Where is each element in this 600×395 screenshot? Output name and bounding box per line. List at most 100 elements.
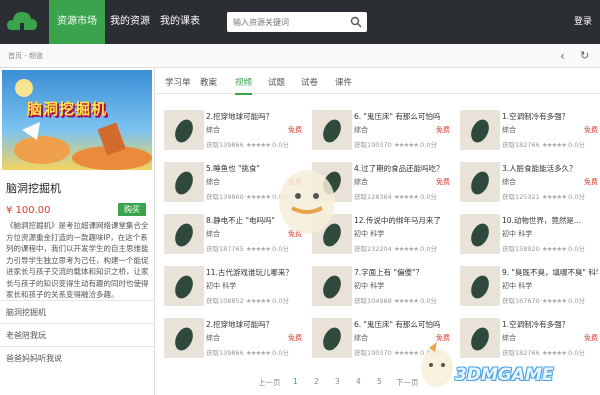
rating-score: 0.0分 (420, 245, 437, 253)
view-count: 获取187765 (206, 245, 244, 253)
video-title[interactable]: 9. "臭既不臭，填哪不臭" 科学吗？ (502, 267, 598, 278)
video-title[interactable]: 4.过了期的食品还能吗吃？ (354, 163, 450, 174)
video-title[interactable]: 6. "鬼压床" 有那么可怕吗 (354, 111, 450, 122)
free-badge: 免费 (288, 334, 302, 342)
video-card[interactable]: 2.挖穿地球可能吗？ 综合 免费 获取139866 ★★★★★ 0.0分 (164, 110, 304, 152)
video-title[interactable]: 11.古代游戏谁玩儿哪来？ (206, 267, 302, 278)
tab-worksheet[interactable]: 学习单 (165, 76, 191, 88)
video-category: 综合 (502, 334, 516, 342)
leaf-graphic (467, 168, 493, 198)
series-item-2[interactable]: 老爸陪我玩 (0, 323, 154, 346)
free-badge: 免费 (584, 126, 598, 134)
nav-my-schedule[interactable]: 我的课表 (160, 0, 200, 44)
tab-video[interactable]: 视频 (235, 76, 253, 95)
video-title[interactable]: 12.传说中的绑年马月来了 (354, 215, 450, 226)
tab-courseware[interactable]: 课件 (335, 76, 352, 88)
prev-page-button[interactable]: 上一页 (258, 377, 281, 388)
video-thumbnail[interactable] (460, 214, 500, 254)
page-3[interactable]: 3 (335, 377, 340, 386)
video-thumbnail[interactable] (312, 110, 352, 150)
page-4[interactable]: 4 (356, 377, 361, 386)
star-rating-icon: ★★★★★ (393, 141, 419, 149)
rating-score: 0.0分 (420, 297, 437, 305)
page-2[interactable]: 2 (314, 377, 319, 386)
star-rating-icon: ★★★★★ (541, 193, 567, 201)
video-stats: 获取182766 ★★★★★ 0.0分 (502, 347, 585, 357)
page-1[interactable]: 1 (293, 377, 298, 386)
leaf-graphic (171, 116, 197, 146)
video-title[interactable]: 1.空调制冷有多强？ (502, 111, 598, 122)
course-description: 《脑洞挖掘机》是考拉超课网络课堂集合全方位资源重金打造的一款趣味IP，在这个系列… (6, 221, 149, 299)
view-count: 获取190370 (354, 349, 392, 357)
video-card[interactable]: 7.字面上有 "偏傻"？ 初中 科学 获取104968 ★★★★★ 0.0分 (312, 266, 452, 308)
tab-questions[interactable]: 试题 (268, 76, 285, 88)
video-title[interactable]: 2.挖穿地球可能吗？ (206, 319, 302, 330)
video-thumbnail[interactable] (312, 318, 352, 358)
view-count: 获取139866 (206, 141, 244, 149)
view-count: 获取167670 (502, 297, 540, 305)
rating-score: 0.0分 (568, 245, 585, 253)
video-card[interactable]: 10.动物世界，竟然是... 初中 科学 获取158920 ★★★★★ 0.0分 (460, 214, 600, 256)
video-title[interactable]: 3.人脏食能能活多久？ (502, 163, 598, 174)
back-arrow-icon[interactable]: ‹ (560, 49, 565, 63)
nav-resource-market[interactable]: 资源市场 (49, 0, 105, 44)
cloud-logo-icon[interactable] (5, 8, 39, 36)
video-card[interactable]: 2.挖穿地球可能吗？ 综合 免费获取139866 ★★★★★ 0.0分 (164, 318, 304, 360)
watermark-logo: 3DMGAME (455, 365, 554, 385)
video-thumbnail[interactable] (460, 266, 500, 306)
series-item-3[interactable]: 爸爸妈妈听我说 (0, 346, 154, 369)
star-rating-icon: ★★★★★ (393, 245, 419, 253)
video-thumbnail[interactable] (460, 110, 500, 150)
video-thumbnail[interactable] (460, 318, 500, 358)
video-stats: 获取232204 ★★★★★ 0.0分 (354, 243, 437, 253)
video-stats: 获取182766 ★★★★★ 0.0分 (502, 139, 585, 149)
video-title[interactable]: 1.空调制冷有多强？ (502, 319, 598, 330)
video-category: 综合 (206, 178, 220, 186)
video-title[interactable]: 7.字面上有 "偏傻"？ (354, 267, 450, 278)
video-card[interactable]: 9. "臭既不臭，填哪不臭" 科学吗？ 初中 科学获取167670 ★★★★★ 0… (460, 266, 600, 308)
page-5[interactable]: 5 (377, 377, 382, 386)
video-thumbnail[interactable] (460, 162, 500, 202)
tab-lesson-plan[interactable]: 教案 (200, 76, 217, 88)
course-cover-image: 脑洞挖掘机 (2, 70, 152, 170)
video-thumbnail[interactable] (164, 110, 204, 150)
refresh-icon[interactable]: ↻ (580, 49, 589, 62)
video-title[interactable]: 2.挖穿地球可能吗？ (206, 111, 302, 122)
video-stats: 获取104968 ★★★★★ 0.0分 (354, 295, 437, 305)
video-card[interactable]: 3.人脏食能能活多久？ 综合 免费 获取125321 ★★★★★ 0.0分 (460, 162, 600, 204)
video-title[interactable]: 6. "鬼压床" 有那么可怕吗 (354, 319, 450, 330)
leaf-graphic (319, 116, 345, 146)
view-count: 获取158920 (502, 245, 540, 253)
video-category: 综合 (206, 334, 220, 342)
video-thumbnail[interactable] (164, 162, 204, 202)
star-rating-icon: ★★★★★ (245, 297, 271, 305)
video-card[interactable]: 11.古代游戏谁玩儿哪来？ 初中 科学 获取108852 ★★★★★ 0.0分 (164, 266, 304, 308)
video-stats: 获取190370 ★★★★★ 0.0分 (354, 139, 437, 149)
video-card[interactable]: 6. "鬼压床" 有那么可怕吗综合 免费获取190370 ★★★★★ 0.0分 (312, 110, 452, 152)
video-card[interactable]: 1.空调制冷有多强？ 综合 免费 获取182766 ★★★★★ 0.0分 (460, 110, 600, 152)
video-stats: 获取139866 ★★★★★ 0.0分 (206, 347, 289, 357)
video-thumbnail[interactable] (312, 266, 352, 306)
view-count: 获取182766 (502, 349, 540, 357)
next-page-button[interactable]: 下一页 (396, 377, 419, 388)
video-card[interactable]: 1.空调制冷有多强？ 综合 免费获取182766 ★★★★★ 0.0分 (460, 318, 600, 360)
video-category: 初中 科学 (502, 230, 533, 238)
series-item-1[interactable]: 脑洞挖掘机 (0, 300, 154, 323)
search-input[interactable] (227, 12, 342, 32)
search-icon[interactable] (350, 16, 362, 28)
rating-score: 0.0分 (420, 141, 437, 149)
video-thumbnail[interactable] (164, 318, 204, 358)
tab-exam[interactable]: 试卷 (301, 76, 318, 88)
login-link[interactable]: 登录 (574, 0, 592, 44)
free-badge: 免费 (584, 334, 598, 342)
video-stats: 获取187765 ★★★★★ 0.0分 (206, 243, 289, 253)
video-title[interactable]: 10.动物世界，竟然是... (502, 215, 598, 226)
video-thumbnail[interactable] (164, 266, 204, 306)
buy-button[interactable]: 购买 (118, 203, 146, 216)
cover-title: 脑洞挖掘机 (27, 100, 108, 118)
nav-my-resources[interactable]: 我的资源 (110, 0, 150, 44)
search-box (227, 12, 367, 32)
star-rating-icon: ★★★★★ (541, 349, 567, 357)
top-bar: 资源市场 我的资源 我的课表 登录 (0, 0, 600, 44)
video-thumbnail[interactable] (164, 214, 204, 254)
